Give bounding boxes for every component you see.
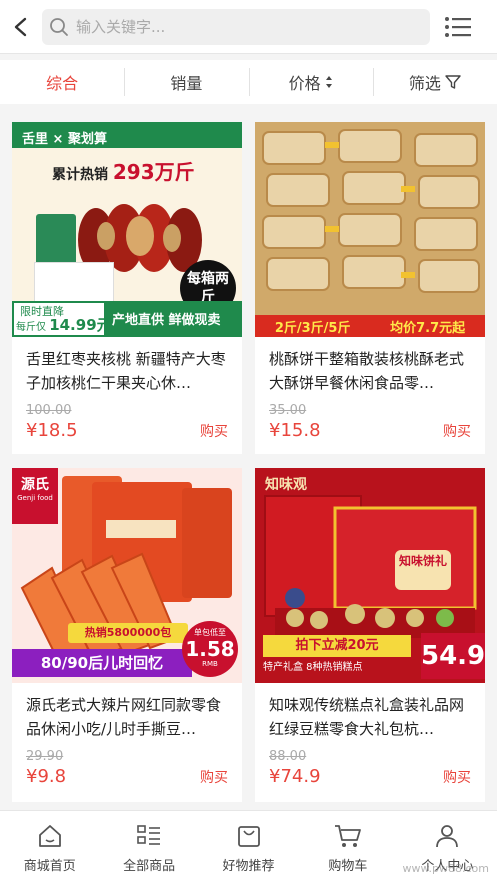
- list-menu-button[interactable]: [430, 0, 486, 54]
- list-icon: [136, 821, 162, 851]
- list-menu-icon: [445, 16, 471, 37]
- product-title[interactable]: 源氏老式大辣片网红同款零食品休闲小吃/儿时手撕豆…: [12, 683, 242, 743]
- filter-icon: [445, 74, 461, 90]
- product-title[interactable]: 舌里红枣夹核桃 新疆特产大枣子加核桃仁干果夹心休…: [12, 337, 242, 397]
- product-card[interactable]: 知味观 知味饼礼 拍下立减20元 特产礼盒 8种热销糕点 54.9 知味观传统糕…: [255, 468, 485, 802]
- sale-price: ¥74.9: [269, 766, 321, 787]
- sale-price: ¥18.5: [26, 420, 78, 441]
- unit-price-badge: 单包低至 1.58 RMB: [182, 621, 238, 677]
- product-image[interactable]: 知味观 知味饼礼 拍下立减20元 特产礼盒 8种热销糕点 54.9: [255, 468, 485, 683]
- bottom-nav: 商城首页 全部商品 好物推荐 购物车 个人中心 www.pw88.com: [0, 810, 497, 883]
- final-price-badge: 54.9: [421, 633, 485, 679]
- sort-tab-comprehensive[interactable]: 综合: [0, 60, 124, 104]
- original-price: 35.00: [269, 403, 307, 418]
- sort-bar: 综合 销量 价格 筛选: [0, 60, 497, 104]
- product-title[interactable]: 知味观传统糕点礼盒装礼品网红绿豆糕零食大礼包杭…: [255, 683, 485, 743]
- nav-item-recommend[interactable]: 好物推荐: [199, 811, 298, 883]
- user-icon: [434, 821, 460, 851]
- sort-tab-filter[interactable]: 筛选: [372, 60, 497, 104]
- nav-item-cart[interactable]: 购物车: [298, 811, 397, 883]
- buy-button[interactable]: 购买: [200, 767, 228, 787]
- nav-item-home[interactable]: 商城首页: [0, 811, 99, 883]
- back-arrow-icon: [14, 17, 27, 36]
- discount-strip: 拍下立减20元: [263, 635, 411, 657]
- product-image[interactable]: 舌里 × 聚划算 累计热销 293万斤 每箱两斤 限时直降 每斤仅 14.99元…: [12, 122, 242, 337]
- home-icon: [37, 821, 63, 851]
- price-strip: 2斤/3斤/5斤 均价7.7元起: [255, 315, 485, 337]
- nostalgia-strip: 80/90后儿时回忆: [12, 649, 192, 677]
- original-price: 29.90: [26, 749, 64, 764]
- product-card[interactable]: 舌里 × 聚划算 累计热销 293万斤 每箱两斤 限时直降 每斤仅 14.99元…: [12, 122, 242, 454]
- gift-strip: 特产礼盒 8种热销糕点: [263, 662, 363, 673]
- watermark: www.pw88.com: [402, 862, 489, 875]
- original-price: 100.00: [26, 403, 72, 418]
- sort-arrows-icon: [325, 75, 333, 89]
- back-button[interactable]: [0, 0, 42, 54]
- search-input[interactable]: [76, 17, 406, 36]
- walnut-cookies-illustration: [255, 122, 485, 317]
- bag-icon: [236, 821, 262, 851]
- product-card[interactable]: 2斤/3斤/5斤 均价7.7元起 桃酥饼干整箱散装核桃酥老式大酥饼早餐休闲食品零…: [255, 122, 485, 454]
- box-label: 知味饼礼: [395, 550, 451, 590]
- search-box[interactable]: [42, 8, 430, 45]
- hot-sales-strip: 热销5800000包: [68, 623, 188, 643]
- original-price: 88.00: [269, 749, 307, 764]
- cart-icon: [334, 821, 362, 851]
- buy-button[interactable]: 购买: [443, 421, 471, 441]
- sort-tab-price[interactable]: 价格: [248, 60, 373, 104]
- nav-item-all-products[interactable]: 全部商品: [99, 811, 198, 883]
- buy-button[interactable]: 购买: [200, 421, 228, 441]
- product-image[interactable]: 2斤/3斤/5斤 均价7.7元起: [255, 122, 485, 337]
- sale-price: ¥15.8: [269, 420, 321, 441]
- sort-tab-sales[interactable]: 销量: [124, 60, 248, 104]
- product-title[interactable]: 桃酥饼干整箱散装核桃酥老式大酥饼早餐休闲食品零…: [255, 337, 485, 397]
- top-bar: [0, 0, 497, 54]
- sale-price: ¥9.8: [26, 766, 67, 787]
- buy-button[interactable]: 购买: [443, 767, 471, 787]
- search-icon: [42, 17, 76, 37]
- product-image[interactable]: 源氏 Genji food 热销5800000包 80/90后儿时回忆 单包低至: [12, 468, 242, 683]
- product-card[interactable]: 源氏 Genji food 热销5800000包 80/90后儿时回忆 单包低至: [12, 468, 242, 802]
